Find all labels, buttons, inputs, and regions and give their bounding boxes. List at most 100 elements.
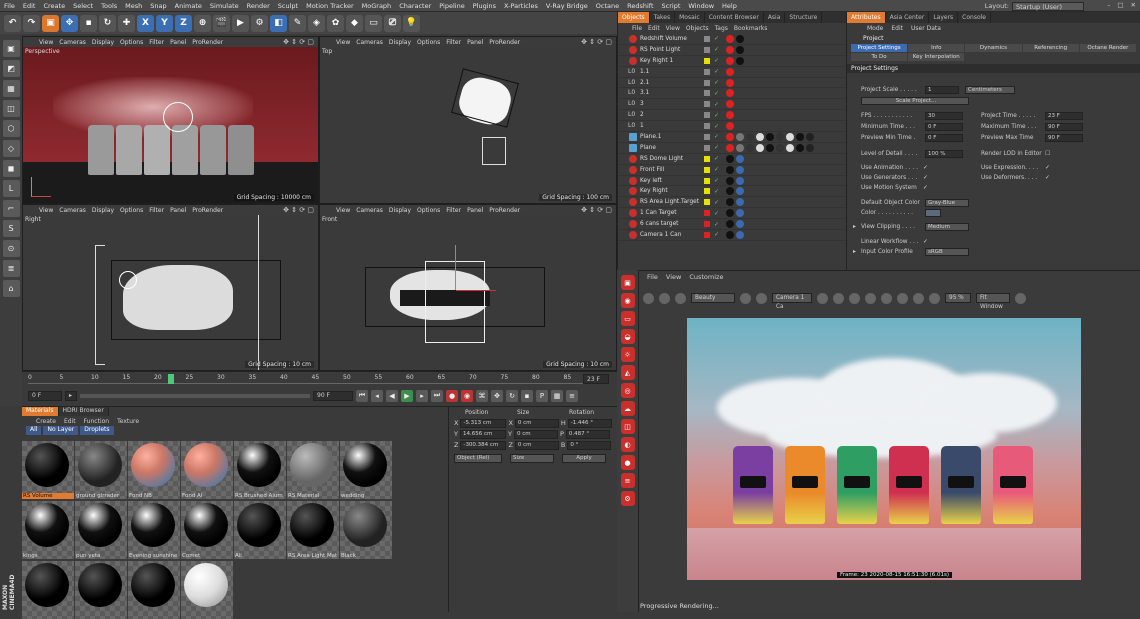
material-swatch[interactable]: Black bbox=[340, 501, 392, 559]
tag-icon[interactable] bbox=[796, 132, 804, 141]
copy-icon[interactable] bbox=[897, 292, 908, 304]
tab-hdri-browser[interactable]: HDRI Browser bbox=[58, 407, 109, 416]
vp-menu-display[interactable]: Display bbox=[92, 207, 114, 214]
material-swatch[interactable]: RS Brushed Alum bbox=[234, 441, 286, 499]
material-swatch[interactable]: pun yeta bbox=[75, 501, 127, 559]
playhead[interactable] bbox=[168, 374, 174, 384]
vp-menu-panel[interactable]: Panel bbox=[467, 207, 483, 214]
rs-material-icon[interactable]: ● bbox=[620, 455, 635, 470]
layer-color-swatch[interactable] bbox=[704, 123, 710, 130]
project-scale-unit-dropdown[interactable]: Centimeters bbox=[965, 86, 1015, 94]
tab-takes[interactable]: Takes bbox=[650, 12, 676, 23]
enabled-check-icon[interactable]: ✓ bbox=[714, 68, 719, 75]
start-frame-field[interactable]: 0 F bbox=[28, 390, 62, 401]
vp-menu-panel[interactable]: Panel bbox=[467, 39, 483, 46]
size-y-field[interactable]: 0 cm bbox=[513, 429, 558, 439]
timeline[interactable]: 051015202530354045505560657075808590 0 F… bbox=[22, 371, 617, 406]
subtab-key-interpolation[interactable]: Key Interpolation bbox=[908, 53, 965, 61]
goto-start-icon[interactable]: ⏮ bbox=[356, 389, 368, 402]
object-row[interactable]: Plane.1 ✓ bbox=[618, 132, 847, 143]
view-clipping-dropdown[interactable]: Medium bbox=[925, 223, 969, 231]
edges-mode-icon[interactable]: ◇ bbox=[2, 140, 20, 157]
enabled-check-icon[interactable]: ✓ bbox=[714, 210, 719, 217]
menu-help[interactable]: Help bbox=[718, 2, 741, 10]
object-row[interactable]: Key left ✓ bbox=[618, 176, 847, 187]
texture-mode-icon[interactable]: ▦ bbox=[2, 80, 20, 97]
fit-window-dropdown[interactable]: Fit Window bbox=[976, 293, 1010, 310]
rotation-key-icon[interactable]: ↻ bbox=[506, 389, 518, 402]
camera-icon[interactable]: ⎚ bbox=[384, 14, 401, 32]
project-scale-field[interactable]: 1 bbox=[925, 86, 959, 94]
use-generators-checkbox[interactable]: ✓ bbox=[923, 175, 928, 181]
compare-icon[interactable] bbox=[913, 292, 924, 304]
enabled-check-icon[interactable]: ✓ bbox=[714, 101, 719, 108]
menu-pipeline[interactable]: Pipeline bbox=[435, 2, 468, 10]
tag-icon[interactable] bbox=[726, 209, 734, 218]
vp-menu-prorender[interactable]: ProRender bbox=[192, 207, 223, 214]
viewport-nav-icons[interactable]: ✥ ⇕ ⟳ ▢ bbox=[581, 38, 612, 46]
material-swatch[interactable]: Ali bbox=[234, 501, 286, 559]
tag-icon[interactable] bbox=[726, 89, 734, 98]
enabled-check-icon[interactable]: ✓ bbox=[714, 79, 719, 86]
enabled-check-icon[interactable]: ✓ bbox=[714, 35, 719, 42]
add-tool-icon[interactable]: ✚ bbox=[118, 14, 135, 32]
rs-ies-icon[interactable]: ◎ bbox=[620, 383, 635, 398]
subtab-info[interactable]: Info bbox=[908, 44, 965, 52]
object-name[interactable]: RS Point Light bbox=[640, 47, 680, 53]
attr-menu-mode[interactable]: Mode bbox=[867, 25, 883, 32]
tag-icon[interactable] bbox=[736, 209, 744, 218]
pen-icon[interactable]: ✎ bbox=[289, 14, 306, 32]
move-tool-icon[interactable]: ✥ bbox=[61, 14, 78, 32]
menu-file[interactable]: File bbox=[0, 2, 19, 10]
coordinate-system-icon[interactable]: ⊕ bbox=[194, 14, 211, 32]
object-row[interactable]: L0 3.1 ✓ bbox=[618, 88, 847, 100]
tab-content-browser[interactable]: Content Browser bbox=[705, 12, 764, 23]
mat-menu-edit[interactable]: Edit bbox=[64, 418, 76, 425]
render-view-icon[interactable]: 🎬 bbox=[213, 14, 230, 32]
obj-menu-bookmarks[interactable]: Bookmarks bbox=[734, 25, 768, 32]
object-name[interactable]: Plane bbox=[640, 145, 656, 151]
vp-menu-options[interactable]: Options bbox=[120, 207, 143, 214]
fps-field[interactable]: 30 bbox=[925, 112, 963, 120]
rs-aov-icon[interactable]: ≡ bbox=[620, 473, 635, 488]
menu-window[interactable]: Window bbox=[684, 2, 718, 10]
object-row[interactable]: Plane ✓ bbox=[618, 143, 847, 154]
stop-icon[interactable] bbox=[659, 292, 670, 304]
subtab-dynamics[interactable]: Dynamics bbox=[965, 44, 1022, 52]
points-mode-icon[interactable]: ⬡ bbox=[2, 120, 20, 137]
menu-plugins[interactable]: Plugins bbox=[469, 2, 500, 10]
menu-select[interactable]: Select bbox=[69, 2, 97, 10]
layer-color-swatch[interactable] bbox=[704, 101, 710, 108]
obj-menu-objects[interactable]: Objects bbox=[686, 25, 709, 32]
rotation-b-field[interactable]: 0 ° bbox=[567, 440, 612, 450]
enabled-check-icon[interactable]: ✓ bbox=[714, 188, 719, 195]
vp-menu-filter[interactable]: Filter bbox=[149, 207, 164, 214]
play-back-icon[interactable]: ◀ bbox=[386, 389, 398, 402]
tag-icon[interactable] bbox=[726, 132, 734, 141]
enabled-check-icon[interactable]: ✓ bbox=[714, 133, 719, 140]
object-name[interactable]: RS Area Light.Target bbox=[640, 199, 699, 205]
layout-dropdown[interactable]: Startup (User) bbox=[1012, 1, 1084, 11]
mat-menu-create[interactable]: Create bbox=[36, 418, 56, 425]
use-motion-checkbox[interactable]: ✓ bbox=[923, 185, 928, 191]
filter-all[interactable]: All bbox=[26, 426, 42, 435]
menu-render[interactable]: Render bbox=[243, 2, 274, 10]
y-axis-button[interactable]: Y bbox=[156, 14, 173, 32]
y-axis-handle[interactable] bbox=[455, 245, 456, 290]
position-z-field[interactable]: -300.384 cm bbox=[460, 440, 507, 450]
menu-mograph[interactable]: MoGraph bbox=[358, 2, 396, 10]
camera-dropdown[interactable]: Camera 1 Ca bbox=[772, 293, 812, 310]
input-profile-dropdown[interactable]: sRGB bbox=[925, 248, 969, 256]
enabled-check-icon[interactable]: ✓ bbox=[714, 166, 719, 173]
layer-color-swatch[interactable] bbox=[704, 166, 710, 173]
layer-color-swatch[interactable] bbox=[704, 35, 710, 42]
obj-menu-edit[interactable]: Edit bbox=[648, 25, 660, 32]
vp-menu-options[interactable]: Options bbox=[417, 39, 440, 46]
tab-mosaic[interactable]: Mosaic bbox=[675, 12, 705, 23]
history-icon[interactable] bbox=[929, 292, 940, 304]
menu-redshift[interactable]: Redshift bbox=[623, 2, 657, 10]
undo-icon[interactable]: ↶ bbox=[4, 14, 21, 32]
tag-icon[interactable] bbox=[756, 143, 764, 152]
max-time-field[interactable]: 90 F bbox=[1045, 123, 1083, 131]
enabled-check-icon[interactable]: ✓ bbox=[714, 199, 719, 206]
